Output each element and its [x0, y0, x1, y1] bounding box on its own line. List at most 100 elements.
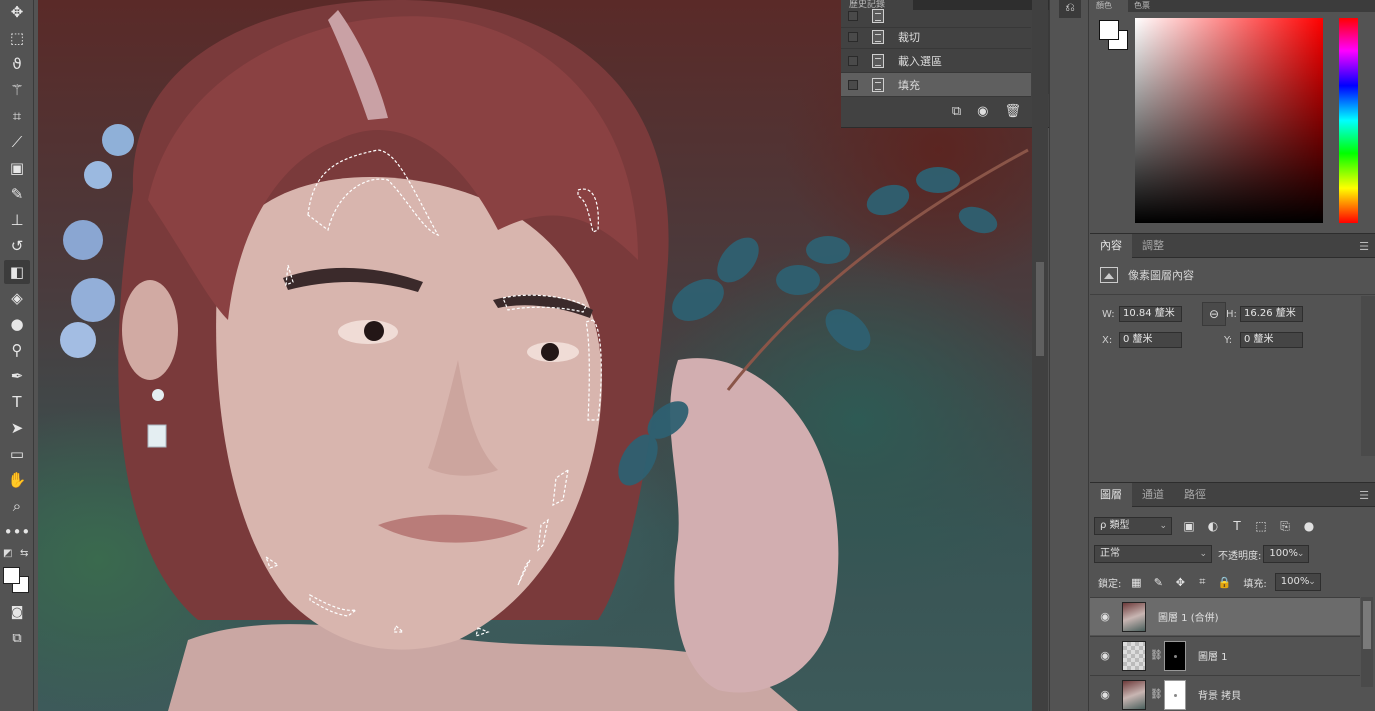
layer-name: 背景 拷貝	[1198, 691, 1242, 702]
foreground-color-chip[interactable]	[1099, 20, 1119, 40]
panel-menu-icon[interactable]: ☰	[1359, 489, 1369, 502]
scroll-thumb[interactable]	[1036, 262, 1044, 356]
mask-link-icon[interactable]: ⛓	[1150, 650, 1163, 661]
tab-color[interactable]: 顏色	[1090, 0, 1128, 12]
quick-mask-icon[interactable]: ◙	[4, 600, 30, 624]
screen-mode-icon[interactable]: ⧉	[4, 626, 30, 650]
width-label: W:	[1102, 309, 1115, 320]
lock-artboard-icon[interactable]: ⌗	[1195, 575, 1209, 589]
paint-bucket-icon[interactable]: ◈	[4, 286, 30, 310]
opacity-label: 不透明度:	[1218, 550, 1262, 562]
crop-icon[interactable]: ⌗	[4, 104, 30, 128]
lock-all-icon[interactable]: 🔒	[1217, 576, 1232, 589]
rectangle-icon[interactable]: ▭	[4, 442, 30, 466]
layer-row[interactable]: ◉ ⛓ 圖層 1	[1090, 636, 1360, 674]
blend-mode-select[interactable]: 正常 ⌄	[1094, 545, 1212, 563]
properties-scrollbar[interactable]	[1361, 296, 1375, 456]
history-item[interactable]: 載入選區	[841, 49, 1031, 73]
document-icon	[872, 53, 884, 68]
layer-kind-filter[interactable]: ρ 類型 ⌄	[1094, 517, 1172, 535]
tab-paths[interactable]: 路徑	[1174, 483, 1216, 507]
image-filter-icon[interactable]: ▣	[1182, 519, 1196, 533]
adjustment-filter-icon[interactable]: ◐	[1206, 519, 1220, 533]
color-field[interactable]	[1135, 18, 1323, 223]
width-field[interactable]: 10.84 釐米	[1119, 306, 1182, 322]
fill-field[interactable]: 100% ⌄	[1274, 573, 1321, 591]
eye-icon[interactable]: ◉	[1098, 649, 1112, 662]
properties-tabbar: 內容 調整 ☰	[1090, 233, 1375, 258]
type-icon[interactable]: T	[4, 390, 30, 414]
magic-wand-icon[interactable]: ⚚	[4, 78, 30, 102]
lasso-icon[interactable]: ϑ	[4, 52, 30, 76]
trash-icon[interactable]: 🗑	[1004, 104, 1021, 119]
new-document-from-state-icon[interactable]: ⧉	[952, 104, 961, 119]
marquee-icon[interactable]: ⬚	[4, 26, 30, 50]
smart-object-filter-icon[interactable]: ⎘	[1278, 519, 1292, 534]
shape-filter-icon[interactable]: ⬚	[1254, 519, 1268, 533]
divider	[1090, 294, 1375, 295]
blend-mode-value: 正常	[1100, 548, 1120, 559]
history-brush-icon[interactable]: ↺	[4, 234, 30, 258]
stamp-icon[interactable]: ⊥	[4, 208, 30, 232]
opacity-field[interactable]: 100% ⌄	[1263, 545, 1310, 563]
chevron-down-icon: ⌄	[1308, 577, 1316, 587]
chevron-down-icon: ⌄	[1199, 549, 1207, 559]
history-checkbox[interactable]	[848, 55, 858, 66]
history-item-label: 載入選區	[898, 54, 942, 68]
tab-properties[interactable]: 內容	[1090, 233, 1132, 258]
layer-mask-thumbnail[interactable]	[1164, 679, 1186, 710]
history-checkbox[interactable]	[848, 79, 858, 90]
filter-toggle-icon[interactable]: ●	[1302, 519, 1316, 533]
lock-row: 鎖定: ▦ ✎ ✥ ⌗ 🔒 填充: 100% ⌄	[1098, 573, 1321, 591]
history-checkbox[interactable]	[848, 10, 858, 21]
scroll-thumb[interactable]	[1363, 601, 1371, 649]
camera-icon[interactable]: ◉	[977, 104, 988, 119]
layer-mask-thumbnail[interactable]	[1164, 640, 1186, 671]
zoom-icon[interactable]: ⌕	[4, 494, 30, 518]
lock-image-icon[interactable]: ✎	[1151, 576, 1165, 589]
healing-icon[interactable]: ▣	[4, 156, 30, 180]
color-panel: 顏色 色票	[1090, 0, 1375, 232]
default-colors-icon[interactable]: ◩	[3, 548, 12, 559]
history-checkbox[interactable]	[848, 31, 858, 42]
dodge-icon[interactable]: ⚲	[4, 338, 30, 362]
eye-icon[interactable]: ◉	[1098, 610, 1112, 623]
brush-icon[interactable]: ✎	[4, 182, 30, 206]
history-panel-icon[interactable]: ⎌	[1059, 0, 1081, 18]
layer-row-selected[interactable]: ◉ 圖層 1 (合併)	[1090, 597, 1360, 635]
move-icon[interactable]: ✥	[4, 0, 30, 24]
tab-swatches[interactable]: 色票	[1128, 0, 1166, 12]
link-dimensions-icon[interactable]: ⊖	[1202, 302, 1226, 326]
document-icon	[872, 29, 884, 44]
layer-row[interactable]: ◉ ⛓ 背景 拷貝	[1090, 675, 1360, 711]
lock-position-icon[interactable]: ✥	[1173, 576, 1187, 589]
history-item[interactable]: 裁切	[841, 25, 1031, 49]
foreground-color-swatch[interactable]	[3, 567, 20, 584]
eraser-icon[interactable]: ◧	[4, 260, 30, 284]
hand-icon[interactable]: ✋	[4, 468, 30, 492]
height-field[interactable]: 16.26 釐米	[1240, 306, 1303, 322]
mask-link-icon[interactable]: ⛓	[1150, 689, 1163, 700]
y-field[interactable]: 0 釐米	[1240, 332, 1303, 348]
tab-adjustments[interactable]: 調整	[1132, 234, 1174, 258]
tab-channels[interactable]: 通道	[1132, 483, 1174, 507]
lock-transparent-icon[interactable]: ▦	[1129, 576, 1143, 589]
properties-header: 像素圖層內容	[1100, 267, 1194, 283]
x-field[interactable]: 0 釐米	[1119, 332, 1182, 348]
type-filter-icon[interactable]: T	[1230, 519, 1244, 533]
eye-icon[interactable]: ◉	[1098, 688, 1112, 701]
path-select-icon[interactable]: ➤	[4, 416, 30, 440]
canvas-vertical-scrollbar[interactable]	[1032, 0, 1048, 711]
more-icon[interactable]: •••	[4, 520, 31, 544]
chevron-down-icon: ⌄	[1159, 521, 1167, 531]
panel-menu-icon[interactable]: ☰	[1359, 240, 1369, 253]
blur-icon[interactable]: ●	[4, 312, 30, 336]
tab-layers[interactable]: 圖層	[1090, 482, 1132, 507]
layers-scrollbar[interactable]	[1361, 597, 1373, 687]
history-item-selected[interactable]: 填充	[841, 73, 1031, 97]
swap-colors-icon[interactable]: ⇆	[20, 548, 28, 559]
hue-slider[interactable]	[1339, 18, 1358, 223]
pen-icon[interactable]: ✒	[4, 364, 30, 388]
fill-value: 100%	[1280, 576, 1310, 587]
eyedropper-icon[interactable]: ⟋	[4, 130, 30, 154]
